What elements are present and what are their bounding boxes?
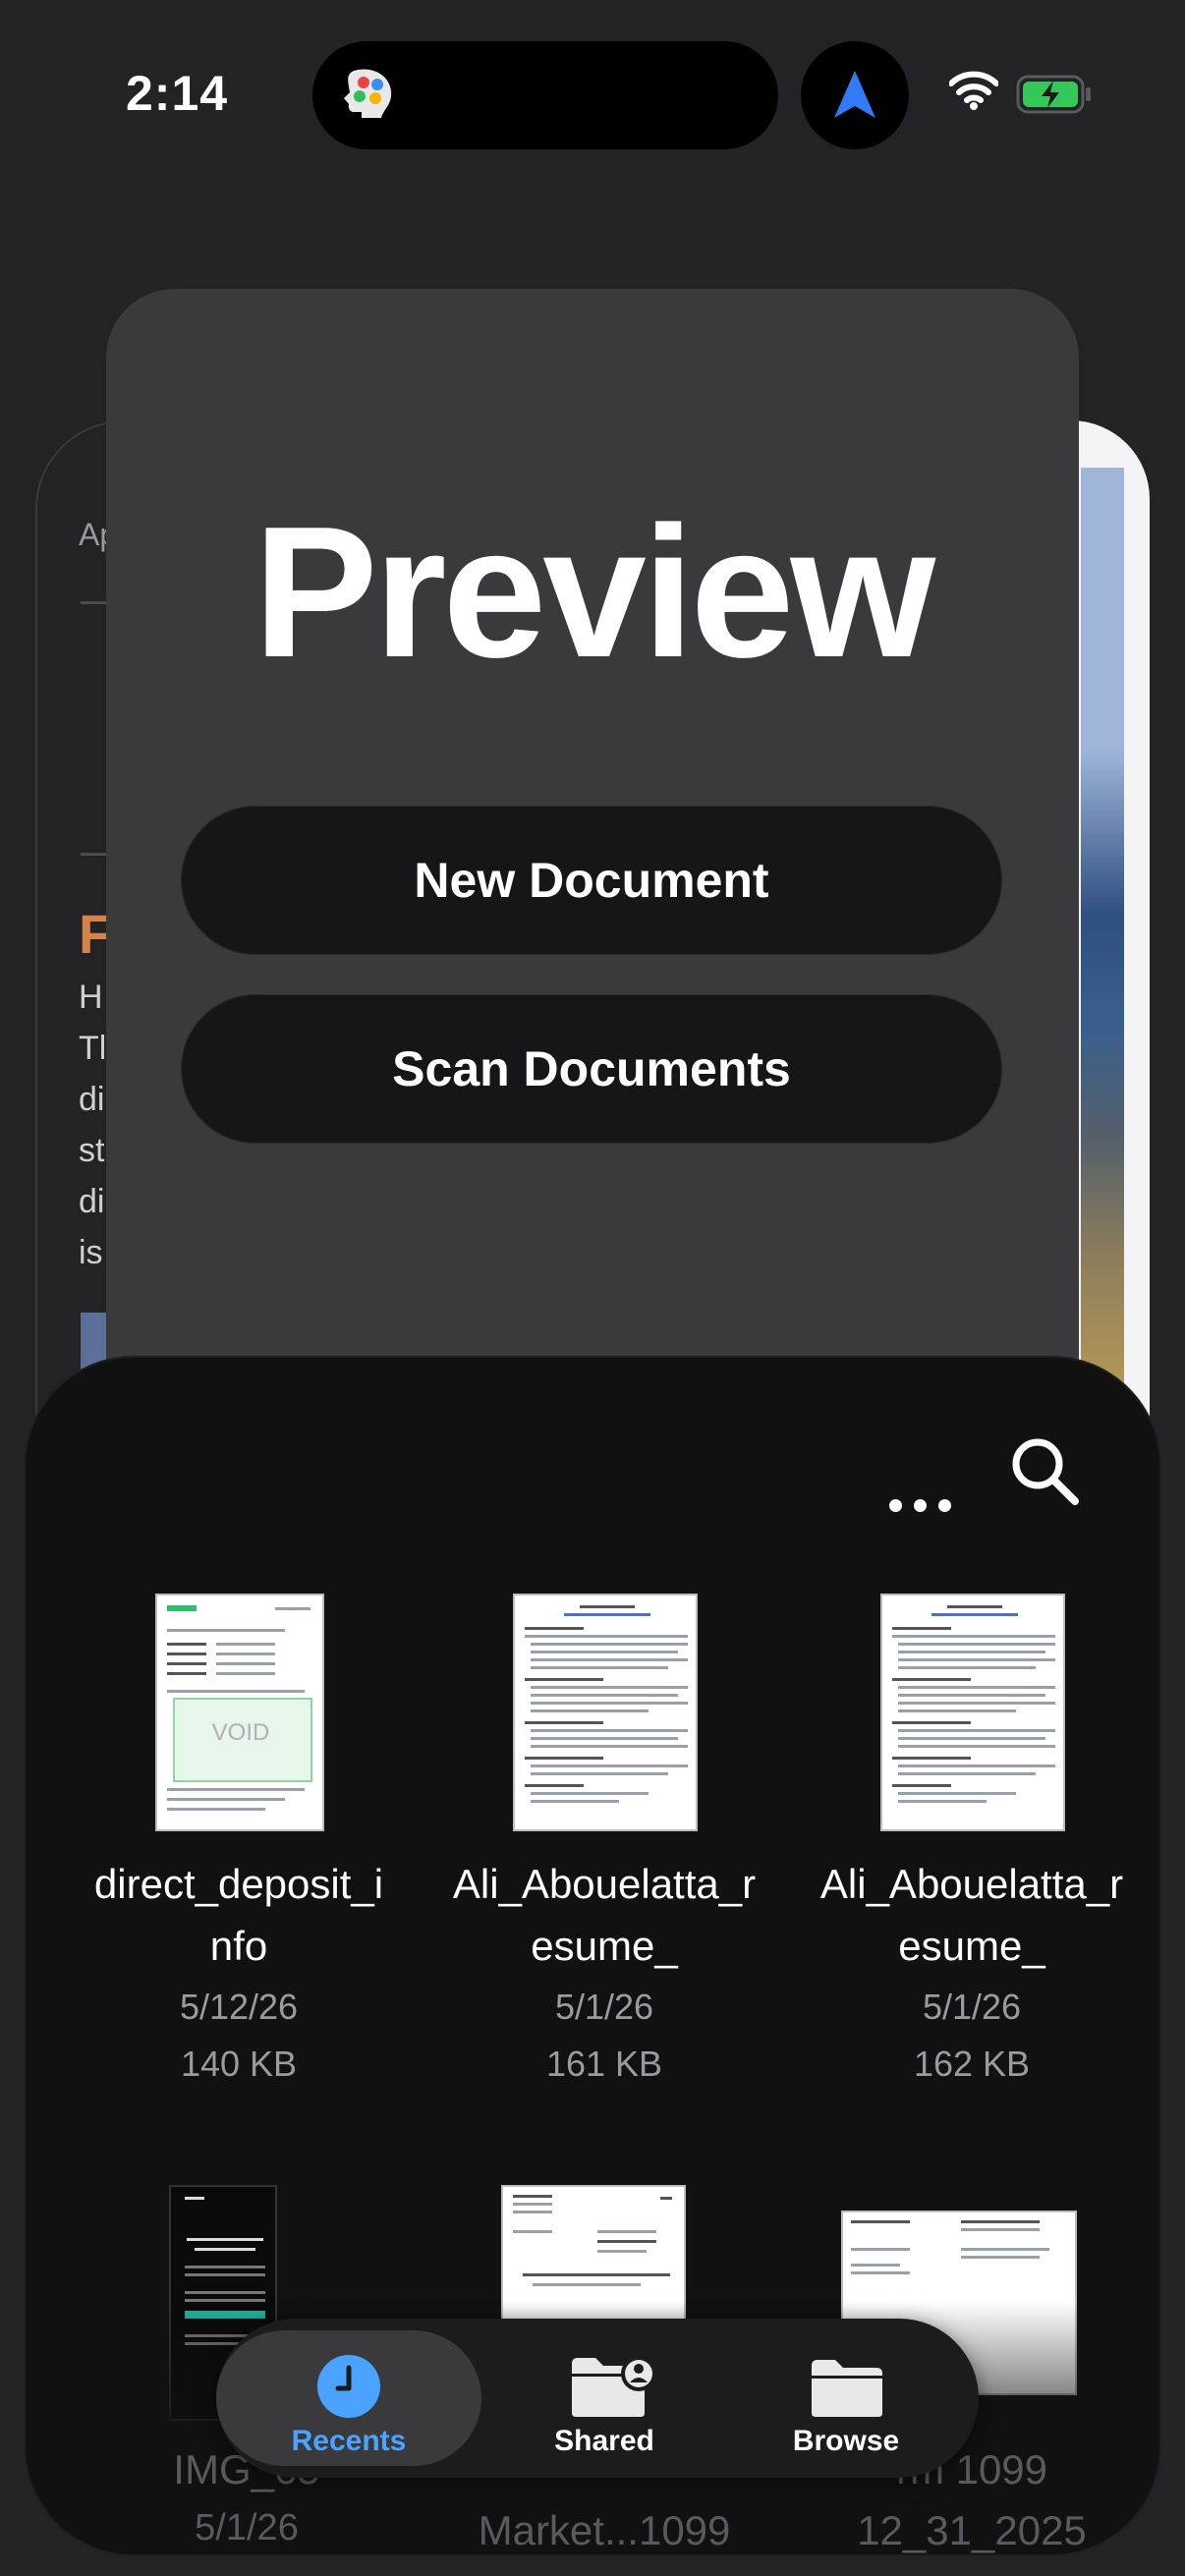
folder-icon	[812, 2360, 882, 2417]
file-item[interactable]: Ali_Abouelatta_r esume_ 5/1/26 162 KB	[790, 1594, 1154, 2084]
file-item[interactable]: Ali_Abouelatta_r esume_ 5/1/26 161 KB	[423, 1594, 786, 2084]
file-name: Ali_Abouelatta_r	[819, 1861, 1124, 1907]
more-icon	[888, 1498, 902, 1512]
more-icon	[913, 1498, 927, 1512]
battery-charging-icon	[1016, 75, 1091, 114]
status-time: 2:14	[126, 66, 229, 121]
file-name: nfo	[209, 1923, 268, 1969]
more-icon	[937, 1498, 951, 1512]
file-thumbnail	[880, 1594, 1065, 1831]
tab-recents[interactable]: Recents	[216, 2319, 481, 2478]
background-card-body-line: di	[79, 1081, 105, 1118]
tab-shared[interactable]: Shared	[481, 2319, 727, 2478]
file-name: direct_deposit_i	[93, 1861, 384, 1907]
scan-documents-button[interactable]: Scan Documents	[181, 994, 1002, 1144]
file-item[interactable]: VOID direct_deposit_i nfo 5/12/26 140 KB	[57, 1594, 421, 2084]
app-title: Preview	[253, 488, 935, 697]
file-name: Market...1099	[478, 2507, 731, 2553]
background-card-body-line: di	[79, 1183, 105, 1220]
navigation-arrow-island[interactable]	[801, 41, 909, 149]
file-thumbnail	[513, 1594, 698, 1831]
file-name: Ali_Abouelatta_r	[452, 1861, 757, 1907]
file-date: 5/1/26	[922, 1987, 1022, 2027]
dynamic-island[interactable]	[312, 41, 778, 149]
brain-app-icon	[344, 69, 392, 118]
tab-bar: Recents Shared Browse	[216, 2319, 979, 2478]
tab-label: Recents	[291, 2425, 407, 2457]
file-size: 162 KB	[913, 2044, 1031, 2084]
file-date: 5/1/26	[554, 1987, 654, 2027]
file-size: 140 KB	[180, 2044, 298, 2084]
background-card-body-line: is	[79, 1234, 103, 1271]
file-size: 161 KB	[545, 2044, 663, 2084]
search-icon[interactable]	[1008, 1434, 1081, 1507]
file-name: esume_	[531, 1923, 678, 1969]
tab-label: Browse	[792, 2425, 900, 2457]
more-options-button[interactable]	[861, 1456, 979, 1554]
file-name: esume_	[898, 1923, 1045, 1969]
tab-browse[interactable]: Browse	[723, 2319, 969, 2478]
void-text: VOID	[211, 1719, 270, 1746]
location-arrow-icon	[834, 71, 875, 118]
clock-icon	[317, 2355, 380, 2418]
background-card-body-line: Tl	[79, 1030, 107, 1067]
file-thumbnail: VOID	[155, 1594, 324, 1831]
wifi-icon	[949, 71, 998, 110]
file-date: 5/12/26	[179, 1987, 299, 2027]
background-card-body-line: H	[79, 979, 103, 1016]
shared-folder-icon	[572, 2356, 656, 2417]
tab-label: Shared	[554, 2425, 654, 2457]
background-card-body-line: st	[79, 1132, 105, 1169]
file-date: 5/1/26	[195, 2507, 299, 2548]
file-date: 12_31_2025	[857, 2507, 1087, 2553]
new-document-button[interactable]: New Document	[181, 806, 1002, 955]
